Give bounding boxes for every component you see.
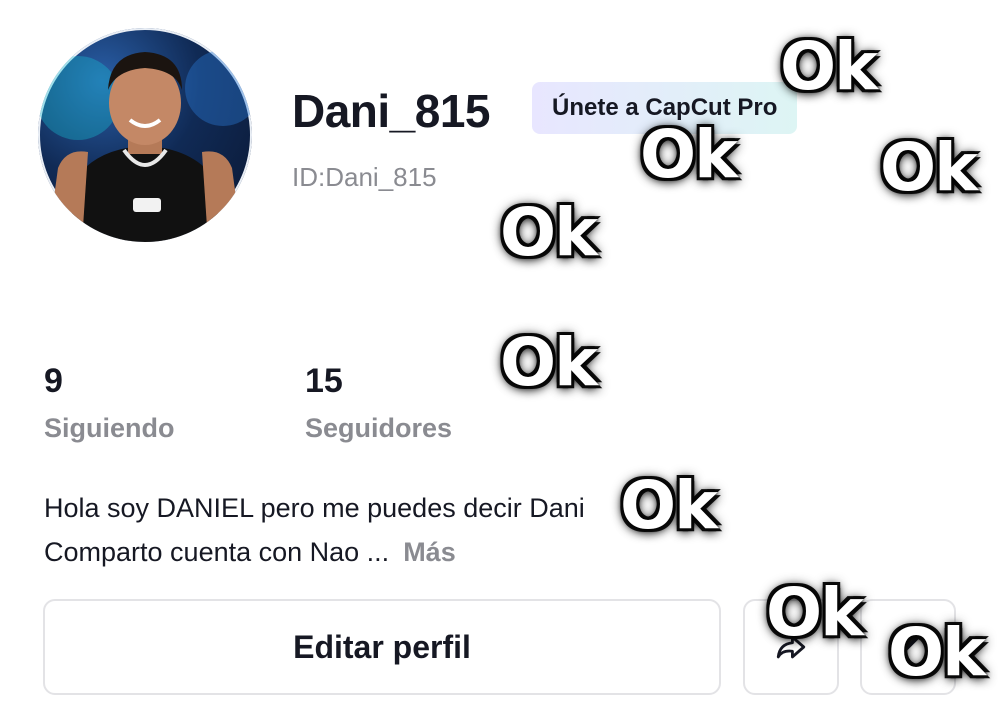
avatar-image — [38, 50, 252, 242]
profile-bio: Hola soy DANIEL pero me puedes decir Dan… — [44, 486, 585, 574]
followers-label: Seguidores — [305, 413, 453, 443]
ok-sticker: Ok — [640, 116, 738, 193]
followers-stat[interactable]: 15 Seguidores — [305, 362, 452, 444]
profile-username: Dani_815 — [292, 85, 491, 137]
bio-line-2: Comparto cuenta con Nao ... — [44, 537, 390, 567]
ok-sticker: Ok — [766, 574, 864, 651]
ok-sticker: Ok — [888, 614, 986, 691]
profile-avatar[interactable] — [38, 28, 252, 242]
ok-sticker: Ok — [880, 129, 978, 206]
edit-profile-label: Editar perfil — [293, 628, 471, 665]
ok-sticker: Ok — [500, 194, 598, 271]
following-label: Siguiendo — [44, 413, 175, 443]
bio-line-1: Hola soy DANIEL pero me puedes decir Dan… — [44, 493, 585, 523]
ok-sticker: Ok — [780, 28, 878, 105]
followers-count: 15 — [305, 362, 343, 400]
following-stat[interactable]: 9 Siguiendo — [44, 362, 175, 444]
edit-profile-button[interactable]: Editar perfil — [43, 599, 721, 695]
bio-more-link[interactable]: Más — [403, 537, 456, 567]
following-count: 9 — [44, 362, 63, 400]
ok-sticker: Ok — [620, 467, 718, 544]
ok-sticker: Ok — [500, 324, 598, 401]
profile-id: ID:Dani_815 — [292, 162, 437, 192]
